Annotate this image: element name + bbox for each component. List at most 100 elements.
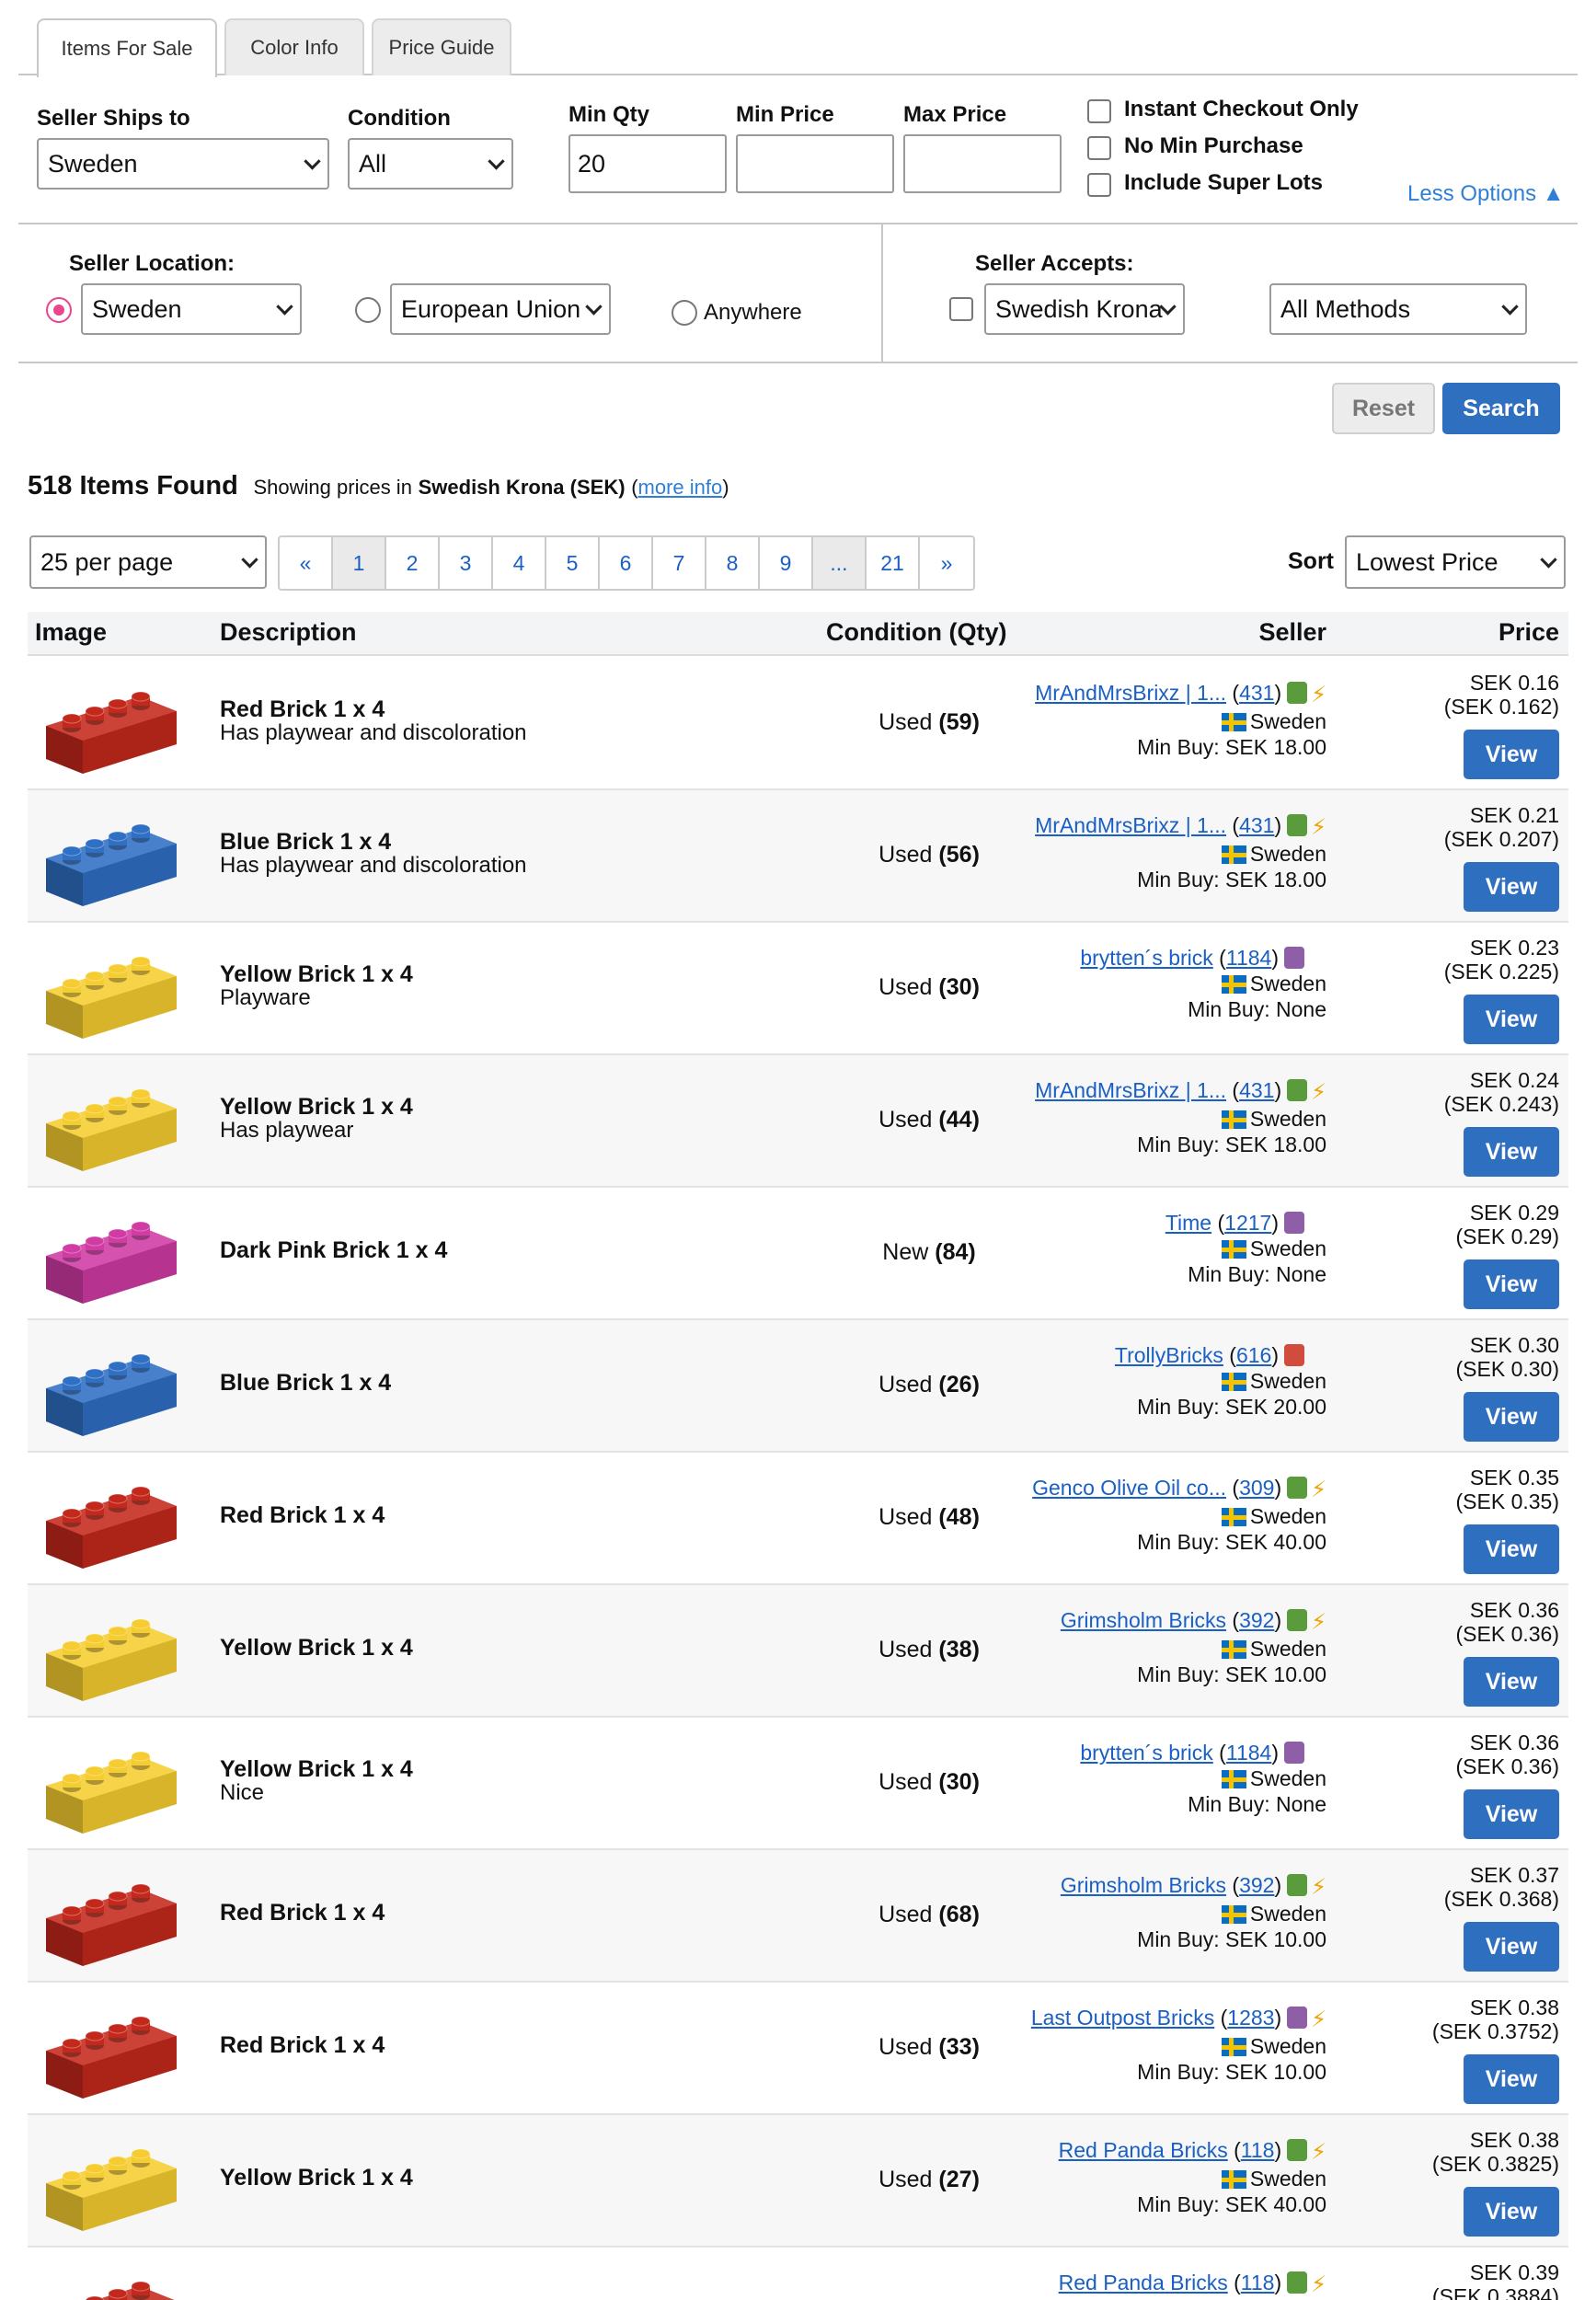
page-link[interactable]: » [920, 537, 973, 589]
min-qty-input[interactable]: 20 [568, 134, 727, 193]
max-price-input[interactable] [903, 134, 1062, 193]
location-sweden-radio[interactable] [46, 297, 72, 323]
feedback-link[interactable]: 431 [1239, 681, 1274, 705]
view-button[interactable]: View [1464, 1259, 1559, 1309]
instant-checkout-checkbox[interactable] [1087, 99, 1111, 123]
sort-select[interactable]: Lowest Price [1345, 535, 1566, 589]
view-button[interactable]: View [1464, 2187, 1559, 2237]
item-name: Red Brick 1 x 4 [220, 1900, 385, 1926]
brick-thumbnail[interactable] [39, 1464, 181, 1574]
lightning-icon: ⚡ [1311, 683, 1326, 707]
min-buy: Min Buy: None [1188, 1262, 1326, 1286]
brick-thumbnail[interactable] [39, 669, 181, 779]
seller-link[interactable]: Time [1165, 1211, 1211, 1235]
item-description: Yellow Brick 1 x 4 Playware [220, 963, 413, 1010]
feedback-link[interactable]: 392 [1239, 1608, 1274, 1632]
page-link[interactable]: 7 [653, 537, 706, 589]
view-button[interactable]: View [1464, 1524, 1559, 1574]
seller-link[interactable]: Red Panda Bricks [1059, 2271, 1228, 2294]
less-options-link[interactable]: Less Options ▲ [1407, 181, 1565, 207]
feedback-link[interactable]: 1184 [1226, 1741, 1271, 1765]
seller-link[interactable]: MrAndMrsBrixz | 1... [1035, 1078, 1226, 1102]
seller-link[interactable]: TrollyBricks [1115, 1343, 1223, 1367]
view-button[interactable]: View [1464, 2054, 1559, 2104]
reset-button[interactable]: Reset [1332, 383, 1435, 434]
search-button[interactable]: Search [1442, 383, 1560, 434]
seller-link[interactable]: MrAndMrsBrixz | 1... [1035, 681, 1226, 705]
page-link[interactable]: 4 [493, 537, 546, 589]
seller-link[interactable]: Genco Olive Oil co... [1032, 1476, 1226, 1500]
feedback-link[interactable]: 616 [1236, 1343, 1271, 1367]
brick-thumbnail[interactable] [39, 1199, 181, 1309]
seller-link[interactable]: brytten´s brick [1080, 1741, 1212, 1765]
view-button[interactable]: View [1464, 1392, 1559, 1442]
brick-thumbnail[interactable] [39, 2259, 181, 2300]
tab-price-guide[interactable]: Price Guide [372, 18, 511, 75]
seller-link[interactable]: Grimsholm Bricks [1061, 1873, 1226, 1897]
page-link[interactable]: 2 [386, 537, 440, 589]
feedback-link[interactable]: 309 [1239, 1476, 1274, 1500]
brick-thumbnail[interactable] [39, 1994, 181, 2104]
page-link[interactable]: 5 [546, 537, 600, 589]
view-button[interactable]: View [1464, 1127, 1559, 1177]
more-info-link[interactable]: more info [638, 476, 723, 499]
page-link[interactable]: 1 [333, 537, 386, 589]
location-eu-radio[interactable] [355, 297, 381, 323]
view-button[interactable]: View [1464, 995, 1559, 1044]
seller-location-label: Seller Location: [69, 251, 235, 276]
seller-link[interactable]: Last Outpost Bricks [1031, 2006, 1214, 2030]
page-link[interactable]: 8 [706, 537, 760, 589]
tab-bar: Items For Sale Color Info Price Guide [18, 18, 1578, 77]
accepts-currency-checkbox[interactable] [949, 297, 973, 321]
brick-thumbnail[interactable] [39, 1066, 181, 1177]
brick-thumbnail[interactable] [39, 2126, 181, 2237]
feedback-link[interactable]: 431 [1239, 1078, 1274, 1102]
super-lots-checkbox[interactable] [1087, 173, 1111, 197]
page-link[interactable]: 21 [867, 537, 920, 589]
seller-link[interactable]: brytten´s brick [1080, 946, 1212, 970]
brick-thumbnail[interactable] [39, 934, 181, 1044]
ships-to-select[interactable]: Sweden [37, 138, 329, 190]
feedback-link[interactable]: 431 [1239, 813, 1274, 837]
view-button[interactable]: View [1464, 862, 1559, 912]
view-button[interactable]: View [1464, 730, 1559, 779]
view-button[interactable]: View [1464, 1789, 1559, 1839]
page-link[interactable]: « [280, 537, 333, 589]
sweden-flag-icon [1221, 845, 1246, 864]
page-link[interactable]: 3 [440, 537, 493, 589]
condition-select[interactable]: All [348, 138, 513, 190]
tab-color-info[interactable]: Color Info [224, 18, 364, 75]
feedback-link[interactable]: 118 [1241, 2138, 1275, 2162]
min-buy: Min Buy: SEK 20.00 [1137, 1395, 1326, 1419]
brick-thumbnail[interactable] [39, 801, 181, 912]
page-link[interactable]: 6 [600, 537, 653, 589]
per-page-select[interactable]: 25 per page [29, 535, 267, 589]
price-exact: (SEK 0.225) [1443, 960, 1559, 983]
feedback-link[interactable]: 392 [1239, 1873, 1274, 1897]
location-region-select[interactable]: European Union [390, 283, 611, 335]
tab-items-for-sale[interactable]: Items For Sale [37, 18, 217, 77]
brick-thumbnail[interactable] [39, 1729, 181, 1839]
brick-thumbnail[interactable] [39, 1596, 181, 1707]
feedback-link[interactable]: 1184 [1226, 946, 1271, 970]
feedback-link[interactable]: 1283 [1227, 2006, 1274, 2030]
seller-link[interactable]: Grimsholm Bricks [1061, 1608, 1226, 1632]
no-min-purchase-checkbox[interactable] [1087, 136, 1111, 160]
feedback-link[interactable]: 118 [1241, 2271, 1275, 2294]
seller-link[interactable]: Red Panda Bricks [1059, 2138, 1228, 2162]
page-link[interactable]: 9 [760, 537, 813, 589]
seller-country: Sweden [1249, 1637, 1326, 1661]
brick-thumbnail[interactable] [39, 1331, 181, 1442]
view-button[interactable]: View [1464, 1657, 1559, 1707]
brick-thumbnail[interactable] [39, 1861, 181, 1972]
accepts-methods-select[interactable]: All Methods [1269, 283, 1527, 335]
page-link[interactable]: ... [813, 537, 867, 589]
store-level-icon [1287, 682, 1308, 704]
min-price-input[interactable] [736, 134, 894, 193]
location-country-select[interactable]: Sweden [81, 283, 302, 335]
seller-link[interactable]: MrAndMrsBrixz | 1... [1035, 813, 1226, 837]
location-anywhere-radio[interactable] [672, 300, 697, 326]
view-button[interactable]: View [1464, 1922, 1559, 1972]
accepts-currency-select[interactable]: Swedish Krona [984, 283, 1185, 335]
feedback-link[interactable]: 1217 [1224, 1211, 1271, 1235]
